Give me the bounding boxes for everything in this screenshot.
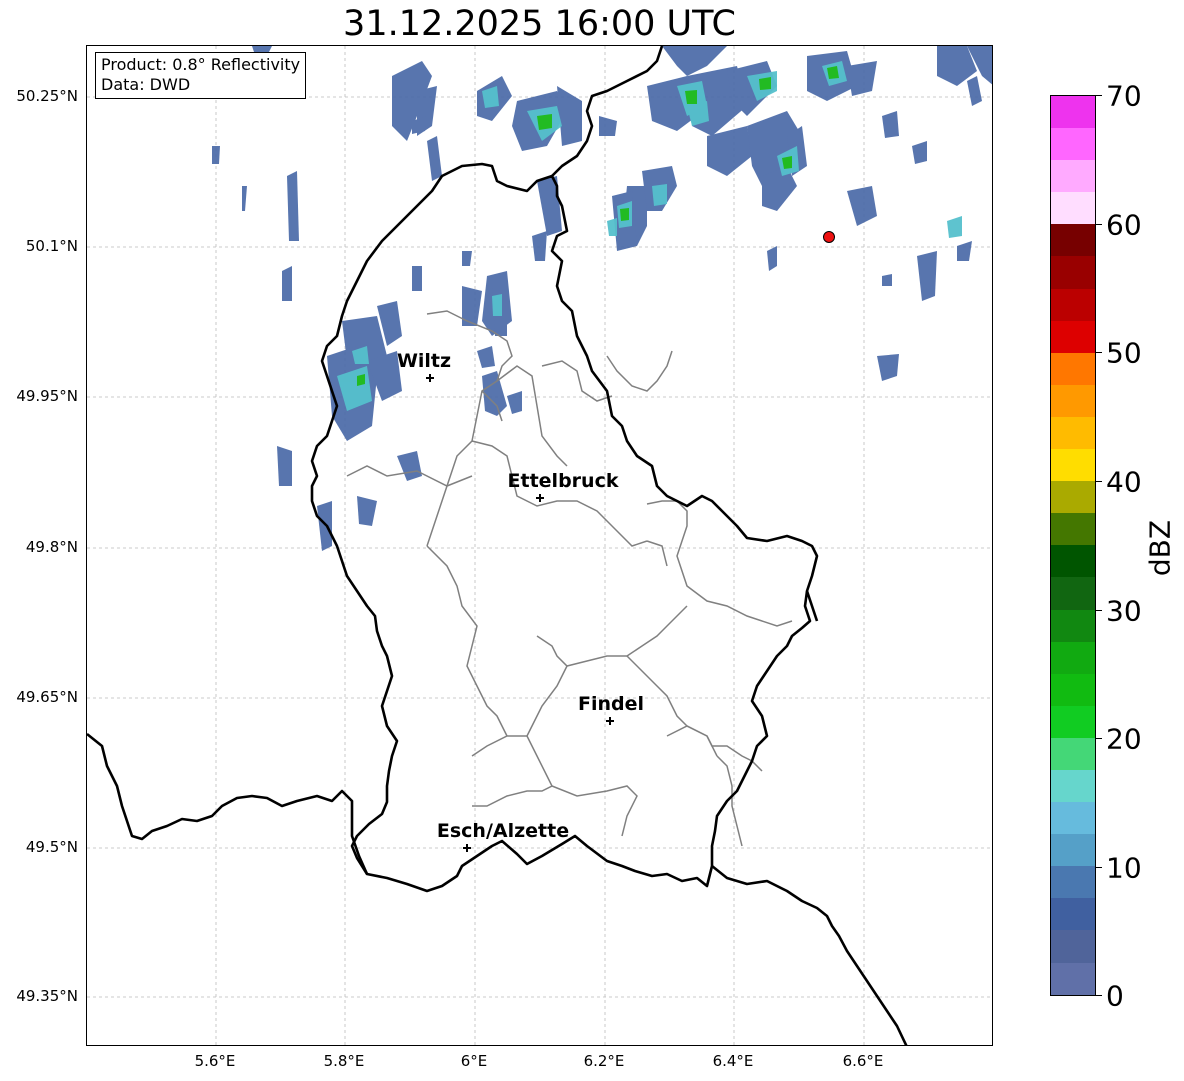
colorbar-segment (1051, 737, 1095, 770)
city-marker-findel (606, 717, 614, 725)
product-label: Product: 0.8° Reflectivity (101, 55, 301, 74)
colorbar-tick (1096, 352, 1102, 353)
colorbar-segment (1051, 930, 1095, 963)
city-label-findel: Findel (577, 693, 645, 715)
colorbar-segment (1051, 673, 1095, 706)
location-marker[interactable] (823, 231, 835, 243)
colorbar-segment (1051, 705, 1095, 738)
city-label-esch-alzette: Esch/Alzette (436, 820, 570, 842)
colorbar-segment (1051, 898, 1095, 931)
lon-label: 6.2°E (583, 1052, 625, 1070)
lat-label: 50.25°N (16, 87, 78, 105)
colorbar-segment (1051, 224, 1095, 257)
colorbar-tick-label: 50 (1106, 336, 1142, 370)
colorbar-segment (1051, 802, 1095, 835)
colorbar-tick-label: 30 (1106, 594, 1142, 628)
colorbar-tick (1096, 995, 1102, 996)
colorbar-tick-label: 40 (1106, 465, 1142, 499)
colorbar-tick-label: 10 (1106, 851, 1142, 885)
colorbar-tick (1096, 481, 1102, 482)
colorbar-tick-label: 20 (1106, 722, 1142, 756)
colorbar-tick-label: 70 (1106, 79, 1142, 113)
map-title: 31.12.2025 16:00 UTC (343, 4, 736, 44)
data-source-label: Data: DWD (101, 75, 191, 94)
map-canvas (87, 46, 992, 1045)
colorbar-segment (1051, 545, 1095, 578)
lat-label: 49.65°N (16, 688, 78, 706)
colorbar-segment (1051, 449, 1095, 482)
colorbar-tick (1096, 867, 1102, 868)
lat-label: 49.95°N (16, 387, 78, 405)
colorbar-segment (1051, 352, 1095, 385)
colorbar-segment (1051, 384, 1095, 417)
lon-label: 6.6°E (842, 1052, 884, 1070)
colorbar-segment (1051, 866, 1095, 899)
colorbar-tick-label: 0 (1106, 979, 1124, 1013)
colorbar-tick (1096, 610, 1102, 611)
colorbar-segment (1051, 834, 1095, 867)
lat-label: 50.1°N (25, 237, 78, 255)
lon-label: 6°E (460, 1052, 488, 1070)
colorbar-segment (1051, 513, 1095, 546)
lon-label: 5.6°E (194, 1052, 236, 1070)
colorbar-segment (1051, 192, 1095, 225)
lat-label: 49.5°N (25, 838, 78, 856)
lon-label: 5.8°E (323, 1052, 365, 1070)
colorbar-segment (1051, 320, 1095, 353)
colorbar-segment (1051, 416, 1095, 450)
colorbar-segment (1051, 609, 1095, 642)
radar-map[interactable] (86, 45, 993, 1046)
colorbar-segment (1051, 256, 1095, 289)
colorbar-segment (1051, 96, 1095, 129)
colorbar-segment (1051, 160, 1095, 193)
info-box: Product: 0.8° Reflectivity Data: DWD (95, 52, 307, 99)
colorbar-segment (1051, 577, 1095, 610)
city-marker-esch-alzette (463, 844, 471, 852)
city-label-wiltz: Wiltz (396, 350, 452, 372)
colorbar-tick (1096, 95, 1102, 96)
colorbar-tick-label: 60 (1106, 208, 1142, 242)
colorbar-segment (1051, 288, 1095, 321)
city-marker-wiltz (426, 374, 434, 382)
colorbar-segment (1051, 769, 1095, 803)
colorbar-tick (1096, 738, 1102, 739)
city-label-ettelbruck: Ettelbruck (507, 470, 619, 492)
lat-label: 49.8°N (25, 538, 78, 556)
colorbar-segment (1051, 962, 1095, 995)
colorbar-segment (1051, 481, 1095, 514)
lon-label: 6.4°E (712, 1052, 754, 1070)
colorbar-tick (1096, 224, 1102, 225)
canton-boundaries (346, 310, 793, 847)
city-marker-ettelbruck (536, 494, 544, 502)
lat-label: 49.35°N (16, 987, 78, 1005)
colorbar-segment (1051, 641, 1095, 674)
colorbar-segment (1051, 128, 1095, 161)
colorbar (1050, 95, 1096, 996)
colorbar-label: dBZ (1143, 519, 1177, 577)
